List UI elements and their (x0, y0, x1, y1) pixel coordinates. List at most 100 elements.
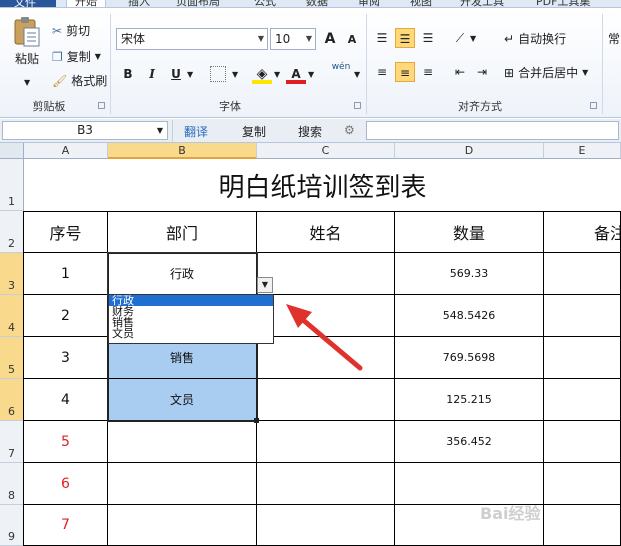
dropdown-list[interactable]: 行政 财务 销售 文员 (108, 294, 274, 344)
cell-seq[interactable]: 3 (24, 337, 108, 379)
tab-view[interactable]: 视图 (410, 0, 432, 7)
fill-color-icon[interactable]: ◈ (252, 64, 272, 84)
clipboard-launcher-icon[interactable] (98, 102, 105, 109)
cut-button[interactable]: ✂ 剪切 (52, 22, 90, 39)
increase-indent-icon[interactable]: ⇥ (472, 62, 492, 82)
wrap-text-button[interactable]: ↵ 自动换行 (504, 30, 566, 47)
cell-name[interactable] (257, 505, 395, 546)
formula-input[interactable] (366, 121, 619, 140)
font-size-combo[interactable]: 10 ▼ (270, 28, 316, 50)
cell-seq[interactable]: 4 (24, 379, 108, 421)
align-middle-icon[interactable]: ☰ (395, 28, 415, 48)
column-header-d[interactable]: D (395, 143, 544, 159)
font-color-dropdown-icon[interactable]: ▼ (308, 70, 314, 79)
cell-qty[interactable]: 125.215 (395, 379, 544, 421)
tab-home[interactable]: 开始 (66, 0, 106, 7)
tab-file[interactable]: 文件 (0, 0, 56, 7)
row-header-3[interactable]: 3 (0, 253, 24, 295)
cell-dept[interactable] (108, 505, 257, 546)
grow-font-button[interactable]: A (320, 29, 340, 49)
row-header-1[interactable]: 1 (0, 159, 24, 211)
header-seq[interactable]: 序号 (24, 211, 108, 253)
cell-note[interactable] (544, 295, 621, 337)
copy-button[interactable]: ❐ 复制 ▼ (52, 48, 101, 65)
borders-icon[interactable] (210, 66, 226, 82)
decrease-indent-icon[interactable]: ⇤ (450, 62, 470, 82)
cell-name[interactable] (257, 421, 395, 463)
cell-seq[interactable]: 2 (24, 295, 108, 337)
paste-button[interactable]: 粘贴 (8, 16, 46, 67)
row-header-9[interactable]: 9 (0, 505, 24, 546)
select-all-corner[interactable] (0, 143, 24, 159)
cell-qty[interactable]: 356.452 (395, 421, 544, 463)
cell-note[interactable] (544, 379, 621, 421)
format-painter-button[interactable]: 🖌 格式刷 (52, 72, 107, 89)
search-button[interactable]: 搜索 (298, 123, 322, 140)
align-bottom-icon[interactable]: ☰ (418, 28, 438, 48)
fill-handle[interactable] (254, 418, 259, 423)
tab-insert[interactable]: 插入 (128, 0, 150, 7)
number-format-combo[interactable]: 常 (608, 30, 620, 47)
cell-dept[interactable] (108, 463, 257, 505)
cell-note[interactable] (544, 463, 621, 505)
tab-pdf-tools[interactable]: PDF工具集 (536, 0, 590, 7)
cell-name[interactable] (257, 463, 395, 505)
underline-dropdown-icon[interactable]: ▼ (187, 70, 193, 79)
shrink-font-button[interactable]: A (342, 30, 362, 50)
cell-seq[interactable]: 5 (24, 421, 108, 463)
align-center-icon[interactable]: ≡ (395, 62, 415, 82)
phonetic-dropdown-icon[interactable]: ▼ (354, 70, 360, 79)
cell-dept[interactable] (108, 421, 257, 463)
header-qty[interactable]: 数量 (395, 211, 544, 253)
underline-button[interactable]: U (166, 64, 186, 84)
orientation-icon[interactable]: ⟋ (450, 28, 470, 48)
row-header-5[interactable]: 5 (0, 337, 24, 379)
fill-color-dropdown-icon[interactable]: ▼ (274, 70, 280, 79)
row-header-8[interactable]: 8 (0, 463, 24, 505)
dropdown-option[interactable]: 文员 (109, 328, 273, 339)
settings-gear-icon[interactable]: ⚙ (344, 123, 355, 137)
name-box[interactable]: B3 ▼ (2, 121, 168, 140)
column-header-e[interactable]: E (544, 143, 621, 159)
column-header-b[interactable]: B (108, 143, 257, 159)
align-right-icon[interactable]: ≡ (418, 62, 438, 82)
font-launcher-icon[interactable] (354, 102, 361, 109)
header-name[interactable]: 姓名 (257, 211, 395, 253)
cell-qty[interactable]: 548.5426 (395, 295, 544, 337)
tab-page-layout[interactable]: 页面布局 (176, 0, 220, 7)
merge-center-button[interactable]: ⊞ 合并后居中 ▼ (504, 64, 588, 81)
row-header-7[interactable]: 7 (0, 421, 24, 463)
orientation-dropdown-icon[interactable]: ▼ (470, 34, 476, 43)
tab-formulas[interactable]: 公式 (254, 0, 276, 7)
cell-name[interactable] (257, 253, 395, 295)
row-header-6[interactable]: 6 (0, 379, 24, 421)
align-top-icon[interactable]: ☰ (372, 28, 392, 48)
alignment-launcher-icon[interactable] (590, 102, 597, 109)
row-header-2[interactable]: 2 (0, 211, 24, 253)
cell-note[interactable] (544, 505, 621, 546)
cell-dropdown-button[interactable]: ▼ (257, 277, 273, 293)
paste-dropdown-icon[interactable]: ▼ (24, 78, 30, 87)
column-header-a[interactable]: A (24, 143, 108, 159)
font-color-button[interactable]: A (286, 64, 306, 84)
cell-seq[interactable]: 7 (24, 505, 108, 546)
header-note[interactable]: 备注 (544, 211, 621, 253)
cell-qty[interactable]: 569.33 (395, 253, 544, 295)
tab-data[interactable]: 数据 (306, 0, 328, 7)
cell-qty[interactable] (395, 463, 544, 505)
cell-seq[interactable]: 6 (24, 463, 108, 505)
font-name-combo[interactable]: 宋体 ▼ (116, 28, 268, 50)
cell-note[interactable] (544, 253, 621, 295)
header-dept[interactable]: 部门 (108, 211, 257, 253)
sheet-title[interactable]: 明白纸培训签到表 (24, 159, 621, 211)
borders-dropdown-icon[interactable]: ▼ (232, 70, 238, 79)
phonetic-guide-button[interactable]: wén (328, 62, 354, 82)
align-left-icon[interactable]: ≡ (372, 62, 392, 82)
tab-developer[interactable]: 开发工具 (460, 0, 504, 7)
row-header-4[interactable]: 4 (0, 295, 24, 337)
cell-qty[interactable]: 769.5698 (395, 337, 544, 379)
bold-button[interactable]: B (118, 64, 138, 84)
copy-text-button[interactable]: 复制 (242, 123, 266, 140)
cell-seq[interactable]: 1 (24, 253, 108, 295)
translate-button[interactable]: 翻译 (184, 123, 208, 140)
